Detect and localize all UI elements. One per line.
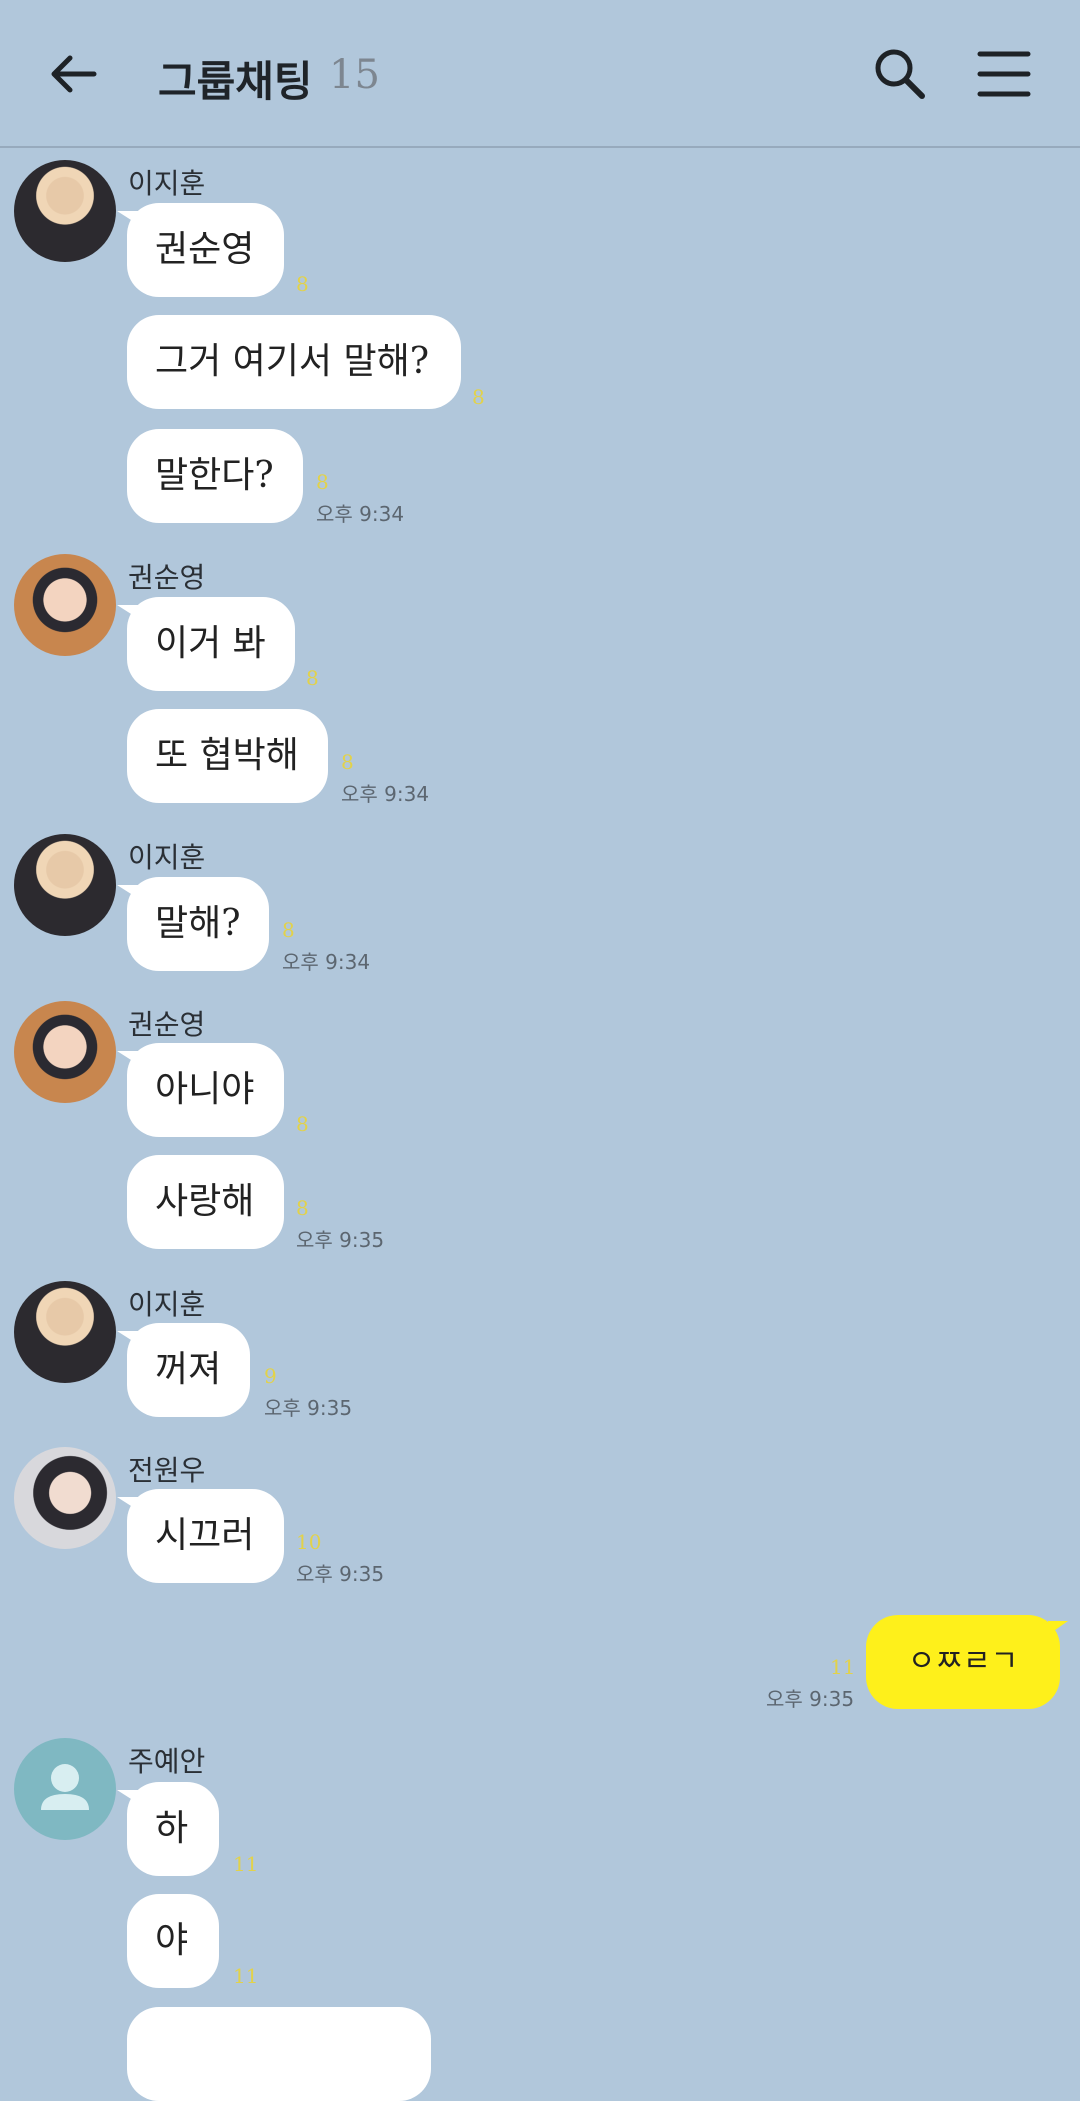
message-bubble[interactable]: 꺼져 <box>117 1323 250 1417</box>
message-time: 오후 9:35 <box>264 1396 353 1420</box>
avatar-jihoon[interactable] <box>14 834 116 936</box>
unread-count: 11 <box>233 1964 259 1988</box>
unread-count: 8 <box>296 1196 309 1220</box>
sender-name: 권순영 <box>128 561 206 594</box>
sender-name: 권순영 <box>128 1008 206 1041</box>
sender-name: 이지훈 <box>128 1288 206 1321</box>
message-time: 오후 9:35 <box>296 1562 385 1586</box>
avatar-soonyoung[interactable] <box>14 1001 116 1103</box>
sender-name: 주예안 <box>128 1745 206 1778</box>
avatar-soonyoung[interactable] <box>14 554 116 656</box>
default-profile-icon <box>41 1764 89 1810</box>
message-bubble[interactable]: 하 <box>117 1782 219 1876</box>
message-bubble-partial[interactable] <box>127 2007 431 2101</box>
message-bubble[interactable]: 아니야 <box>117 1043 284 1137</box>
unread-count: 8 <box>472 385 485 409</box>
unread-count: 8 <box>296 1112 309 1136</box>
unread-count: 8 <box>296 272 309 296</box>
unread-count: 8 <box>282 918 295 942</box>
unread-count: 10 <box>296 1530 322 1554</box>
unread-count: 11 <box>830 1655 856 1679</box>
unread-count: 8 <box>306 666 319 690</box>
unread-count: 9 <box>264 1364 277 1388</box>
unread-count: 11 <box>233 1852 259 1876</box>
unread-count: 8 <box>316 470 329 494</box>
avatar-default[interactable] <box>14 1738 116 1840</box>
message-bubble[interactable]: 권순영 <box>117 203 284 297</box>
message-bubble[interactable]: 시끄러 <box>117 1489 284 1583</box>
message-time: 오후 9:35 <box>766 1687 855 1711</box>
message-time: 오후 9:34 <box>341 782 430 806</box>
message-bubble[interactable]: 이거 봐 <box>117 597 295 691</box>
message-time: 오후 9:34 <box>316 502 405 526</box>
my-message-bubble[interactable]: ㅇㅉㄹㄱ <box>866 1615 1068 1709</box>
unread-count: 8 <box>341 750 354 774</box>
message-bubble[interactable]: 야 <box>127 1894 219 1988</box>
message-bubble[interactable]: 그거 여기서 말해? <box>127 315 461 409</box>
message-time: 오후 9:35 <box>296 1228 385 1252</box>
avatar-wonwoo[interactable] <box>14 1447 116 1549</box>
message-bubble[interactable]: 사랑해 <box>127 1155 284 1249</box>
message-bubble[interactable]: 말해? <box>117 877 269 971</box>
avatar-jihoon[interactable] <box>14 160 116 262</box>
message-list[interactable]: 이지훈 권순영 8 그거 여기서 말해? 8 말한다? 8 오후 9:34 권순… <box>0 0 1080 2101</box>
sender-name: 이지훈 <box>128 841 206 874</box>
sender-name: 전원우 <box>128 1454 206 1487</box>
sender-name: 이지훈 <box>128 167 206 200</box>
message-time: 오후 9:34 <box>282 950 371 974</box>
avatar-jihoon[interactable] <box>14 1281 116 1383</box>
message-bubble[interactable]: 말한다? <box>127 429 303 523</box>
message-bubble[interactable]: 또 협박해 <box>127 709 328 803</box>
